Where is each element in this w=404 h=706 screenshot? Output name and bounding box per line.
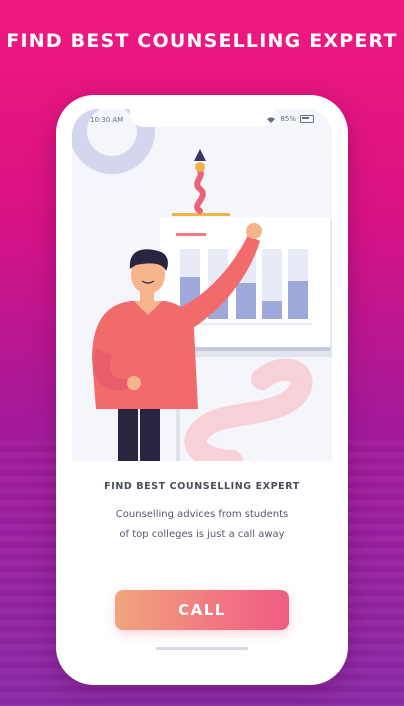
phone-mockup: 10:30 AM 85% FIND BEST COUNSELLING EXPER…	[56, 95, 348, 685]
status-right: 85%	[266, 115, 314, 123]
home-indicator	[156, 647, 248, 650]
content-description: Counselling advices from students of top…	[92, 505, 312, 545]
illustration-area	[72, 109, 332, 472]
battery-percent: 85%	[280, 115, 296, 123]
headline: FIND BEST COUNSELLING EXPERT	[6, 30, 398, 52]
counselling-illustration	[72, 109, 332, 472]
status-time: 10:30 AM	[90, 116, 124, 124]
content-title: FIND BEST COUNSELLING EXPERT	[104, 481, 300, 492]
battery-icon	[300, 115, 314, 123]
phone-screen: 10:30 AM 85% FIND BEST COUNSELLING EXPER…	[72, 109, 332, 669]
status-bar: 10:30 AM 85%	[72, 109, 332, 131]
wifi-icon	[267, 116, 276, 123]
call-button[interactable]: CALL	[115, 590, 289, 630]
content-line-2: of top colleges is just a call away	[119, 529, 285, 540]
content-line-1: Counselling advices from students	[115, 509, 289, 520]
